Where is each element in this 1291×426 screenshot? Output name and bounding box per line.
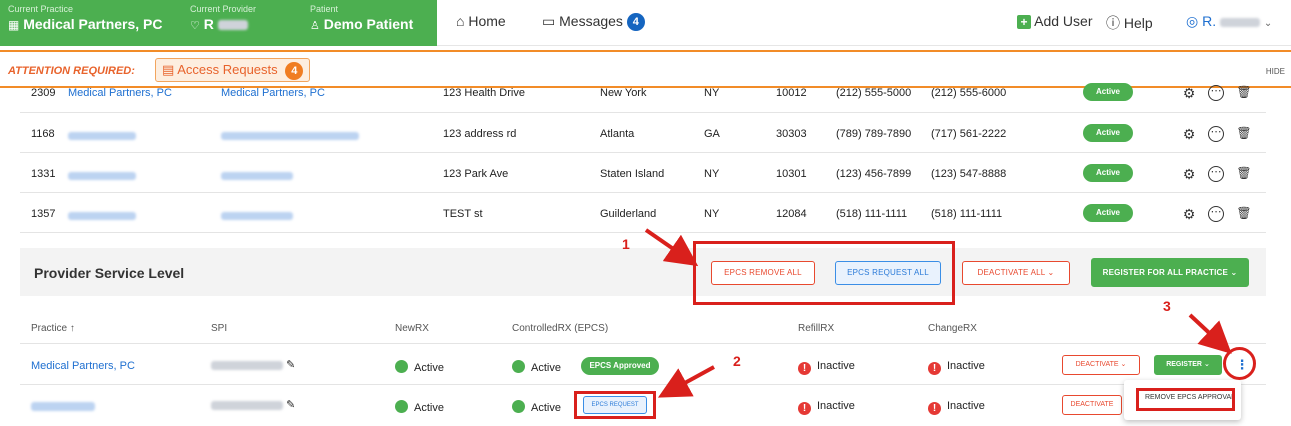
gear-icon[interactable]: ⚙ [1181,206,1197,222]
status-badge: Active [1083,204,1133,222]
annotation-box-menu [1136,388,1235,411]
section-title: Provider Service Level [34,265,185,281]
chevron-down-icon: ⌄ [1203,361,1210,368]
row-id: 1357 [31,208,56,220]
col-practice[interactable]: Practice ↑ [31,323,75,334]
deactivate-all-button[interactable]: DEACTIVATE ALL ⌄ [962,261,1070,285]
check-icon [395,400,408,413]
epcs-approved-badge: EPCS Approved [581,357,659,375]
change-status: ! Inactive [928,360,985,375]
sl-practice-link[interactable] [31,400,95,412]
annotation-label-1: 1 [622,236,630,252]
check-icon [512,400,525,413]
spi-value: ✎ [211,358,295,371]
chevron-down-icon: ⌄ [1120,361,1127,368]
divider [20,343,1266,344]
check-icon [395,360,408,373]
annotation-box-2 [574,391,656,419]
phone: (518) 111-1111 [836,208,908,220]
pencil-icon[interactable]: ✎ [286,359,295,371]
alert-icon: ! [798,362,811,375]
annotation-box-1 [693,241,955,305]
col-spi: SPI [211,323,228,334]
address: TEST st [443,208,483,220]
deactivate-button[interactable]: DEACTIVATE [1062,395,1122,415]
controlled-status: Active [512,360,561,374]
refill-status: ! Inactive [798,400,855,415]
chevron-down-icon: ⌄ [1230,268,1238,277]
more-icon[interactable]: ⋯ [1208,206,1224,222]
sl-practice-link[interactable]: Medical Partners, PC [31,360,135,372]
practice-link[interactable] [68,210,136,222]
chevron-down-icon: ⌄ [1047,268,1055,277]
refill-status: ! Inactive [798,360,855,375]
col-refillrx: RefillRX [798,323,835,334]
alert-icon: ! [928,402,941,415]
controlled-status: Active [512,400,561,414]
sort-up-icon: ↑ [69,323,75,334]
register-all-button[interactable]: REGISTER FOR ALL PRACTICE ⌄ [1091,258,1249,287]
register-button[interactable]: REGISTER ⌄ [1154,355,1222,375]
spi-value: ✎ [211,398,295,411]
alert-icon: ! [798,402,811,415]
alert-icon: ! [928,362,941,375]
city: Guilderland [600,208,657,220]
provider-service-level-header: Provider Service Level [20,248,1266,296]
provider-link[interactable] [221,210,293,222]
deactivate-button[interactable]: DEACTIVATE ⌄ [1062,355,1140,375]
annotation-label-2: 2 [733,353,741,369]
zip: 12084 [776,208,807,220]
newrx-status: Active [395,400,444,414]
divider [20,384,1266,385]
pencil-icon[interactable]: ✎ [286,399,295,411]
trash-icon[interactable]: 🗑 [1236,206,1252,222]
check-icon [512,360,525,373]
change-status: ! Inactive [928,400,985,415]
newrx-status: Active [395,360,444,374]
divider [20,232,1266,233]
annotation-circle-3 [1223,347,1256,380]
col-changerx: ChangeRX [928,323,977,334]
col-controlledrx: ControlledRX (EPCS) [512,323,609,334]
fax: (518) 111-1111 [931,208,1003,220]
col-newrx: NewRX [395,323,429,334]
annotation-label-3: 3 [1163,298,1171,314]
state: NY [704,208,720,220]
